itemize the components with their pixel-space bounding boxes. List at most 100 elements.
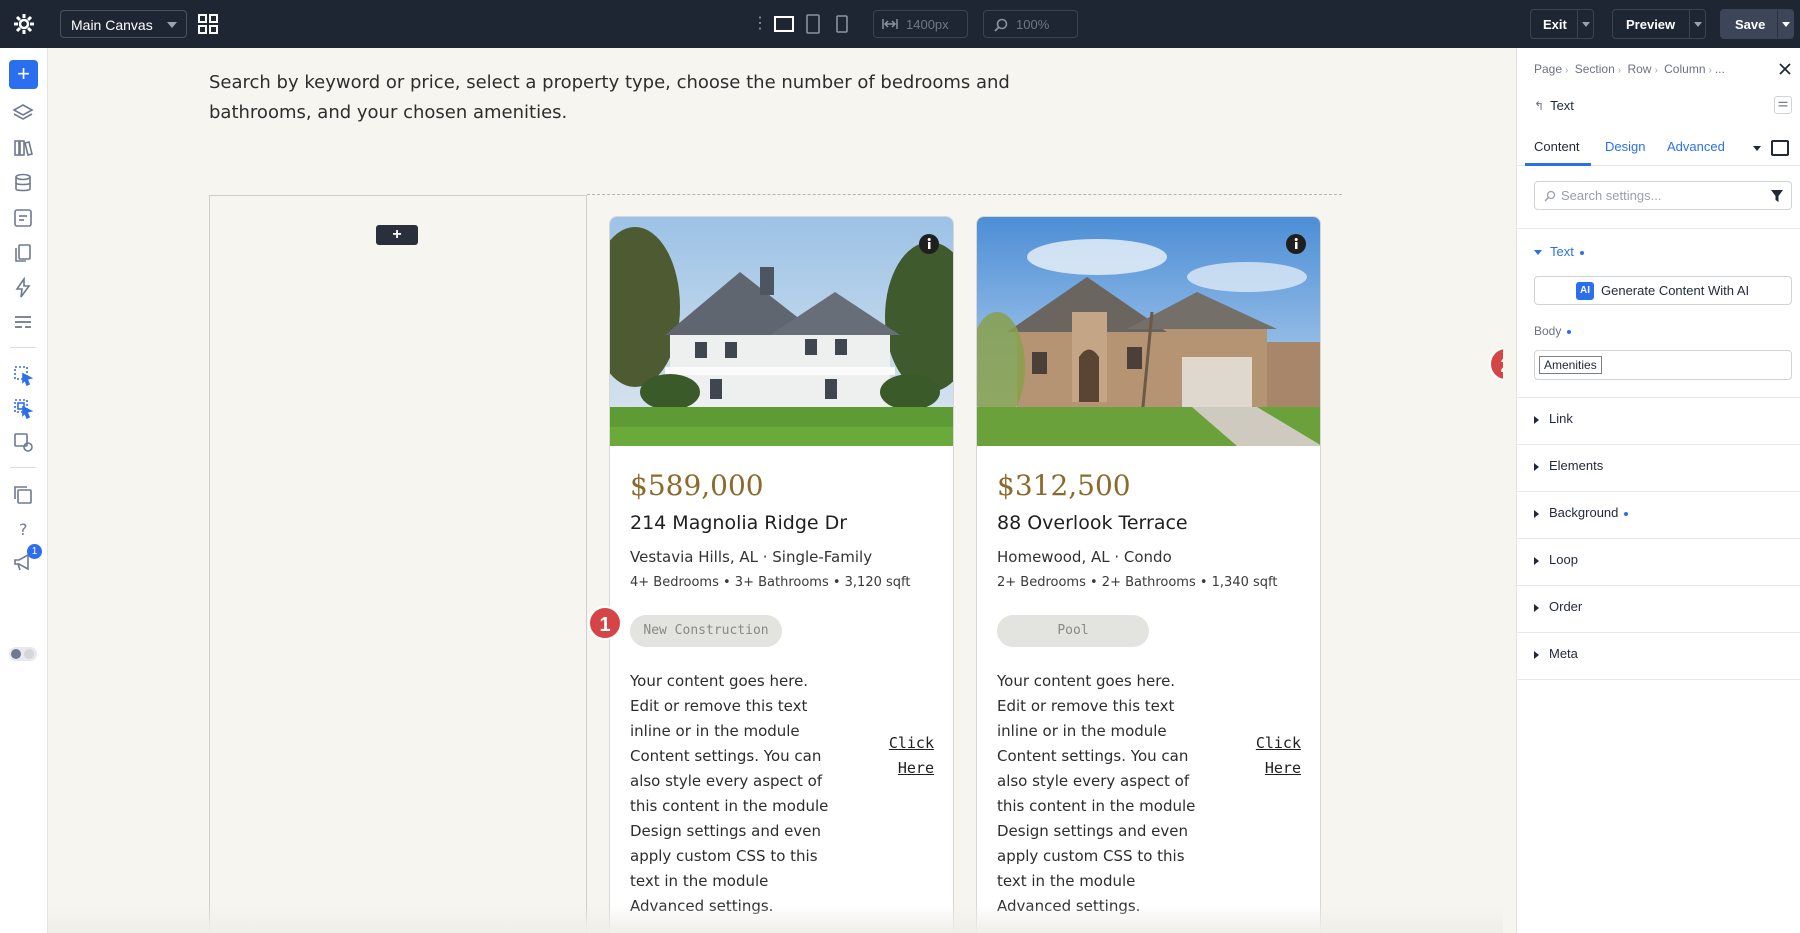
section-background-toggle[interactable]: Background bbox=[1534, 505, 1629, 520]
preview-button[interactable]: Preview bbox=[1612, 9, 1706, 39]
loop-builder-icon[interactable] bbox=[12, 431, 34, 453]
search-placeholder: Search settings... bbox=[1561, 188, 1662, 203]
settings-gear-icon[interactable] bbox=[12, 12, 36, 36]
section-link-toggle[interactable]: Link bbox=[1534, 411, 1573, 426]
body-field-label: Body bbox=[1534, 324, 1572, 338]
modified-dot bbox=[1624, 511, 1629, 516]
drag-handle-icon[interactable]: ⋮ bbox=[752, 14, 768, 34]
property-card[interactable]: $312,500 88 Overlook Terrace Homewood, A… bbox=[976, 216, 1321, 933]
section-loop-label: Loop bbox=[1549, 552, 1578, 567]
caret-right-icon bbox=[1534, 556, 1539, 565]
select-module-icon[interactable] bbox=[12, 364, 34, 386]
click-here-link[interactable]: Click Here bbox=[1217, 731, 1301, 781]
click-here-line2: Here bbox=[1264, 759, 1301, 777]
back-arrow-icon[interactable]: ↰ bbox=[1534, 99, 1544, 113]
zoom-field[interactable]: 100% bbox=[983, 10, 1078, 38]
breadcrumb: Page › Section › Row › Column ›... bbox=[1534, 62, 1725, 76]
property-location: Vestavia Hills, AL · Single-Family bbox=[630, 548, 873, 566]
section-loop-toggle[interactable]: Loop bbox=[1534, 552, 1578, 567]
help-icon[interactable]: ? bbox=[12, 518, 34, 540]
zoom-search-icon bbox=[994, 18, 1008, 32]
pages-icon[interactable] bbox=[12, 242, 34, 264]
select-multiple-icon[interactable] bbox=[12, 397, 34, 419]
breadcrumb-column[interactable]: Column bbox=[1664, 62, 1705, 76]
database-icon[interactable] bbox=[12, 172, 34, 194]
exit-menu-caret-icon[interactable] bbox=[1582, 22, 1590, 27]
section-elements-toggle[interactable]: Elements bbox=[1534, 458, 1603, 473]
library-icon[interactable] bbox=[12, 137, 34, 159]
canvas-select[interactable]: Main Canvas bbox=[60, 10, 187, 38]
amenity-tag[interactable]: New Construction bbox=[630, 615, 782, 647]
tablet-view-icon[interactable] bbox=[806, 14, 820, 34]
save-button[interactable]: Save bbox=[1720, 9, 1794, 39]
view-mode-icon[interactable] bbox=[1771, 140, 1789, 156]
settings-search-input[interactable]: Search settings... bbox=[1534, 181, 1792, 210]
exit-button[interactable]: Exit bbox=[1530, 9, 1594, 39]
settings-panel: Page › Section › Row › Column ›... ↰ Text Con… bbox=[1516, 48, 1800, 933]
template-icon[interactable] bbox=[12, 207, 34, 229]
width-resize-icon bbox=[882, 19, 898, 29]
property-photo bbox=[977, 217, 1320, 446]
breadcrumb-row[interactable]: Row bbox=[1627, 62, 1651, 76]
phone-view-icon[interactable] bbox=[836, 14, 848, 34]
info-icon[interactable] bbox=[1285, 233, 1307, 255]
chevron-down-icon bbox=[167, 22, 177, 28]
theme-toggle[interactable] bbox=[9, 647, 37, 661]
click-here-link[interactable]: Click Here bbox=[850, 731, 934, 781]
close-icon[interactable] bbox=[1778, 62, 1792, 76]
breadcrumb-section[interactable]: Section bbox=[1575, 62, 1615, 76]
canvas-width-field[interactable]: 1400px bbox=[873, 10, 968, 38]
left-sidebar: + ? 1 bbox=[0, 48, 48, 933]
add-element-button[interactable]: + bbox=[9, 60, 38, 89]
click-here-line1: Click bbox=[1255, 734, 1301, 752]
breadcrumb-more[interactable]: ... bbox=[1715, 62, 1725, 76]
click-here-line1: Click bbox=[888, 734, 934, 752]
section-text-toggle[interactable]: Text bbox=[1534, 244, 1584, 259]
notification-badge: 1 bbox=[27, 544, 42, 559]
tab-design[interactable]: Design bbox=[1605, 132, 1645, 166]
body-value-chip[interactable]: Amenities bbox=[1539, 356, 1602, 374]
filter-icon[interactable] bbox=[1771, 190, 1783, 202]
canvases-icon[interactable] bbox=[12, 484, 34, 506]
click-here-line2: Here bbox=[897, 759, 934, 777]
intro-text[interactable]: Search by keyword or price, select a pro… bbox=[209, 68, 1049, 128]
canvas-select-label: Main Canvas bbox=[71, 17, 153, 33]
add-module-button[interactable]: + bbox=[376, 225, 418, 245]
modified-dot bbox=[1579, 250, 1584, 255]
caret-right-icon bbox=[1534, 509, 1539, 518]
active-row-outline bbox=[587, 194, 1342, 195]
tab-advanced[interactable]: Advanced bbox=[1667, 132, 1725, 166]
desktop-view-icon[interactable] bbox=[774, 14, 794, 34]
preview-menu-caret-icon[interactable] bbox=[1694, 22, 1702, 27]
tab-content[interactable]: Content bbox=[1534, 132, 1580, 166]
property-specs: 2+ Bedrooms • 2+ Bathrooms • 1,340 sqft bbox=[997, 575, 1278, 590]
element-title: ↰ Text bbox=[1534, 98, 1574, 113]
section-elements-label: Elements bbox=[1549, 458, 1604, 473]
lightning-icon[interactable] bbox=[12, 277, 34, 299]
info-icon[interactable] bbox=[918, 233, 940, 255]
body-label-text: Body bbox=[1534, 324, 1562, 338]
step-marker-2: 2 bbox=[1489, 347, 1503, 381]
tabs-more-icon[interactable] bbox=[1753, 146, 1761, 151]
theme-builder-icon[interactable] bbox=[12, 312, 34, 334]
section-order-toggle[interactable]: Order bbox=[1534, 599, 1582, 614]
generate-ai-label: Generate Content With AI bbox=[1601, 283, 1750, 298]
canvas-grid-icon[interactable] bbox=[198, 14, 218, 34]
element-options-icon[interactable] bbox=[1774, 96, 1792, 114]
save-label: Save bbox=[1735, 17, 1766, 32]
layers-icon[interactable] bbox=[12, 102, 34, 124]
breadcrumb-page[interactable]: Page bbox=[1534, 62, 1562, 76]
generate-ai-button[interactable]: AI Generate Content With AI bbox=[1534, 276, 1792, 305]
property-card[interactable]: $589,000 214 Magnolia Ridge Dr Vestavia … bbox=[609, 216, 954, 933]
card-body-text[interactable]: Your content goes here. Edit or remove t… bbox=[997, 669, 1197, 919]
caret-right-icon bbox=[1534, 462, 1539, 471]
section-meta-toggle[interactable]: Meta bbox=[1534, 646, 1578, 661]
empty-column[interactable] bbox=[209, 195, 587, 933]
caret-right-icon bbox=[1534, 603, 1539, 612]
property-price: $312,500 bbox=[997, 469, 1131, 502]
amenity-tag[interactable]: Pool bbox=[997, 615, 1149, 647]
exit-label: Exit bbox=[1543, 17, 1567, 32]
save-menu-caret-icon[interactable] bbox=[1782, 22, 1790, 27]
card-body-text[interactable]: Your content goes here. Edit or remove t… bbox=[630, 669, 830, 919]
body-field[interactable]: Amenities bbox=[1534, 350, 1792, 380]
